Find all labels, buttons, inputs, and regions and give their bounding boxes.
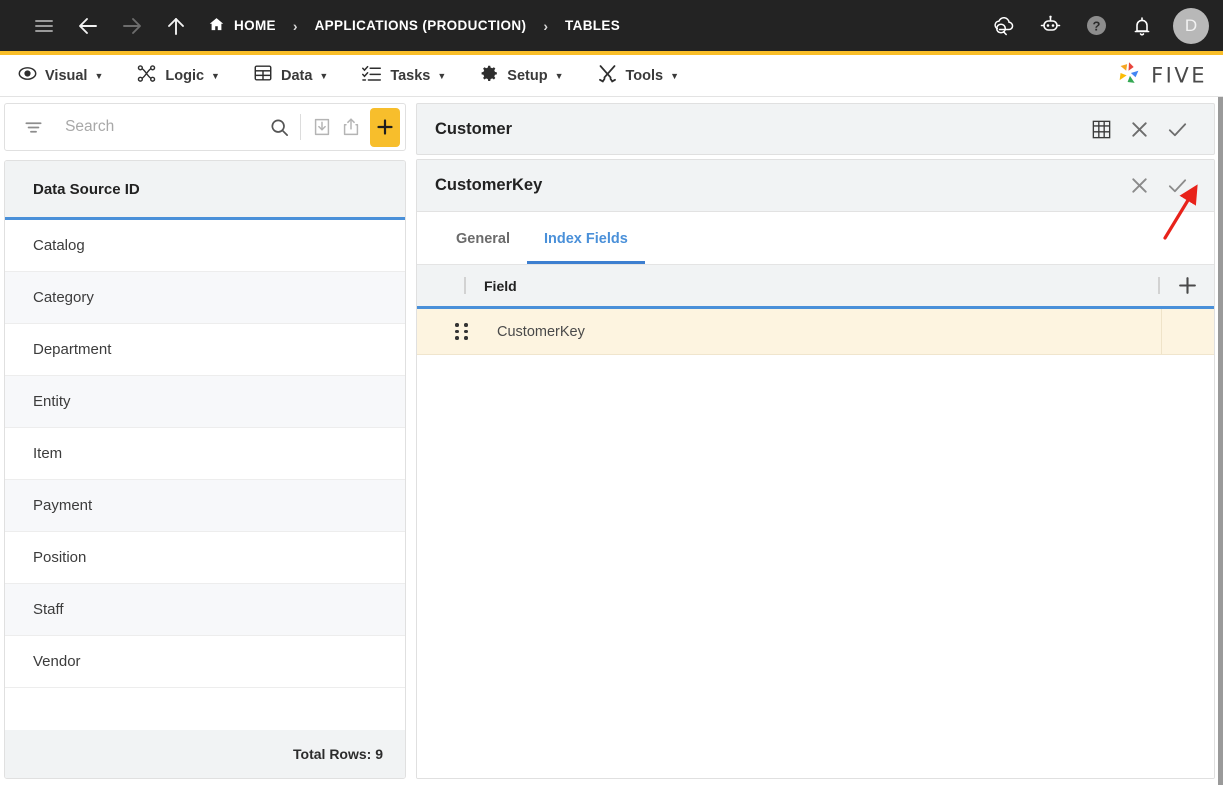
breadcrumb-separator-2: › xyxy=(543,17,548,34)
filter-icon[interactable] xyxy=(19,108,48,146)
column-divider xyxy=(464,277,466,294)
home-icon xyxy=(208,16,225,36)
list-item[interactable]: Category xyxy=(5,272,405,324)
list-item[interactable]: Item xyxy=(5,428,405,480)
list-item[interactable]: Staff xyxy=(5,584,405,636)
search-input[interactable] xyxy=(65,118,266,136)
data-source-list: Catalog Category Department Entity Item … xyxy=(5,220,405,730)
menu-label-data: Data xyxy=(280,67,313,84)
hamburger-icon[interactable] xyxy=(22,4,66,48)
search-icon[interactable] xyxy=(265,108,294,146)
data-source-list-card: Data Source ID Catalog Category Departme… xyxy=(4,160,406,779)
menu-item-tasks[interactable]: Tasks ▼ xyxy=(361,63,446,89)
chevron-down-icon-tools: ▼ xyxy=(670,70,680,81)
application-menu-bar: Visual ▼ Logic ▼ Data ▼ Tasks ▼ Setup ▼ … xyxy=(0,55,1223,97)
tab-bar: General Index Fields xyxy=(417,212,1214,265)
list-item[interactable]: Position xyxy=(5,532,405,584)
menu-item-setup[interactable]: Setup ▼ xyxy=(479,63,564,88)
table-row[interactable]: CustomerKey xyxy=(417,309,1214,355)
menu-item-logic[interactable]: Logic ▼ xyxy=(136,63,220,89)
list-column-header-label: Data Source ID xyxy=(33,180,140,198)
help-icon[interactable]: ? xyxy=(1075,5,1117,47)
search-toolbar xyxy=(4,103,406,151)
top-nav-left-group: HOME › APPLICATIONS (PRODUCTION) › TABLE… xyxy=(0,4,620,48)
brand-name: FIVE xyxy=(1151,63,1207,88)
chevron-down-icon-tasks: ▼ xyxy=(437,70,447,81)
field-column-header: Field xyxy=(484,277,517,294)
arrow-right-icon[interactable] xyxy=(110,4,154,48)
menu-label-setup: Setup xyxy=(507,67,548,84)
breadcrumb-item-home[interactable]: HOME xyxy=(208,16,276,36)
list-item[interactable]: Department xyxy=(5,324,405,376)
list-footer: Total Rows: 9 xyxy=(5,730,405,778)
import-icon[interactable] xyxy=(307,108,336,146)
field-grid-header: Field xyxy=(417,265,1214,309)
menu-label-logic: Logic xyxy=(165,67,205,84)
tab-general[interactable]: General xyxy=(439,231,527,264)
top-nav-right-group: ? D xyxy=(983,0,1209,51)
window-edge-strip xyxy=(1218,97,1223,785)
svg-text:?: ? xyxy=(1092,19,1100,34)
list-item[interactable]: Vendor xyxy=(5,636,405,688)
add-field-button[interactable] xyxy=(1160,264,1214,308)
tab-index-fields[interactable]: Index Fields xyxy=(527,231,645,264)
toolbar-divider xyxy=(300,114,301,140)
field-name-cell: CustomerKey xyxy=(497,323,585,340)
row-column-divider xyxy=(1161,309,1162,354)
menu-item-tools[interactable]: Tools ▼ xyxy=(597,63,680,89)
index-title: CustomerKey xyxy=(435,176,543,194)
breadcrumb: HOME › APPLICATIONS (PRODUCTION) › TABLE… xyxy=(208,16,620,36)
chevron-down-icon-logic: ▼ xyxy=(211,70,220,81)
five-pinwheel-icon xyxy=(1114,58,1144,93)
avatar[interactable]: D xyxy=(1173,7,1209,44)
list-item[interactable]: Catalog xyxy=(5,220,405,272)
breadcrumb-label-home: HOME xyxy=(234,18,276,33)
list-item[interactable]: Payment xyxy=(5,480,405,532)
export-icon[interactable] xyxy=(336,108,365,146)
breadcrumb-separator-1: › xyxy=(292,17,298,34)
menu-item-data[interactable]: Data ▼ xyxy=(253,63,328,88)
chevron-down-icon-data: ▼ xyxy=(319,70,329,81)
table-grid-icon[interactable] xyxy=(1082,110,1120,148)
close-x-icon[interactable] xyxy=(1120,167,1158,205)
workspace: Data Source ID Catalog Category Departme… xyxy=(0,97,1223,785)
arrow-left-icon[interactable] xyxy=(66,4,110,48)
record-header: Customer xyxy=(416,103,1215,155)
notifications-bell-icon[interactable] xyxy=(1121,5,1163,47)
list-column-header[interactable]: Data Source ID xyxy=(5,161,405,220)
eye-icon xyxy=(18,64,37,88)
gear-icon xyxy=(479,63,499,88)
tools-icon xyxy=(597,63,618,89)
breadcrumb-item-tables[interactable]: TABLES xyxy=(565,18,620,33)
total-rows-label: Total Rows: 9 xyxy=(293,746,383,762)
chatbot-icon[interactable] xyxy=(1029,5,1071,47)
logic-nodes-icon xyxy=(136,63,157,89)
index-record-header: CustomerKey xyxy=(417,160,1214,212)
field-grid-body: CustomerKey xyxy=(417,309,1214,778)
breadcrumb-item-applications[interactable]: APPLICATIONS (PRODUCTION) xyxy=(315,18,527,33)
top-navigation-bar: HOME › APPLICATIONS (PRODUCTION) › TABLE… xyxy=(0,0,1223,51)
page-title: Customer xyxy=(435,119,513,138)
brand-logo: FIVE xyxy=(1114,58,1207,93)
menu-label-visual: Visual xyxy=(45,67,88,84)
close-x-icon[interactable] xyxy=(1120,110,1158,148)
cloud-check-icon[interactable] xyxy=(983,5,1025,47)
menu-item-visual[interactable]: Visual ▼ xyxy=(18,64,103,88)
checklist-icon xyxy=(361,63,382,89)
add-record-button[interactable] xyxy=(370,107,400,147)
detail-panel: Customer CustomerKey General Index Field… xyxy=(412,97,1223,785)
menu-label-tasks: Tasks xyxy=(390,67,431,84)
chevron-down-icon-visual: ▼ xyxy=(94,70,104,81)
grid-icon xyxy=(253,63,273,88)
chevron-down-icon-setup: ▼ xyxy=(554,70,564,81)
sidebar-panel: Data Source ID Catalog Category Departme… xyxy=(0,97,412,785)
list-item[interactable]: Entity xyxy=(5,376,405,428)
menu-label-tools: Tools xyxy=(625,67,664,84)
index-editor-card: CustomerKey General Index Fields Field C… xyxy=(416,159,1215,779)
save-checkmark-icon[interactable] xyxy=(1158,167,1196,205)
arrow-up-icon[interactable] xyxy=(154,4,198,48)
save-checkmark-icon[interactable] xyxy=(1158,110,1196,148)
drag-handle-icon[interactable] xyxy=(455,323,469,340)
list-empty-row xyxy=(5,688,405,730)
